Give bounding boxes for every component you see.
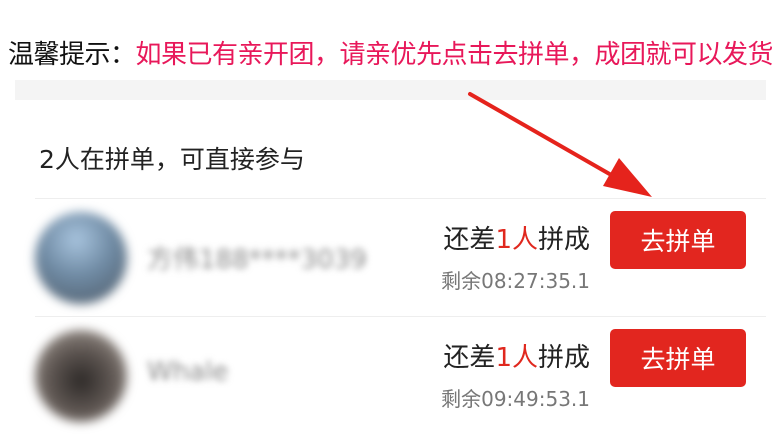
status-suffix: 拼成 (537, 343, 590, 373)
group-row: 方伟188****3039 还差1人拼成 剩余08:27:35.1 去拼单 (35, 198, 766, 317)
status-suffix: 拼成 (537, 225, 590, 255)
tip-banner: 温馨提示： 如果已有亲开团，请亲优先点击去拼单，成团就可以发货 (8, 30, 774, 74)
group-status: 还差1人拼成 (443, 219, 590, 256)
member-name: Whale (147, 357, 229, 387)
missing-count: 1人 (495, 343, 538, 373)
group-buy-title: 2人在拼单，可直接参与 (39, 145, 305, 174)
group-row: Whale 还差1人拼成 剩余09:49:53.1 去拼单 (35, 316, 766, 435)
member-name: 方伟188****3039 (147, 245, 367, 275)
missing-count: 1人 (495, 225, 538, 255)
tip-prefix: 温馨提示： (8, 39, 136, 70)
avatar (35, 330, 127, 422)
status-prefix: 还差 (443, 343, 496, 373)
group-buy-panel: 2人在拼单，可直接参与 方伟188****3039 还差1人拼成 剩余08:27… (15, 80, 766, 422)
countdown-timer: 剩余08:27:35.1 (441, 269, 590, 293)
avatar (35, 212, 127, 304)
join-group-button[interactable]: 去拼单 (610, 329, 746, 387)
status-prefix: 还差 (443, 225, 496, 255)
group-status: 还差1人拼成 (443, 337, 590, 374)
tip-text: 如果已有亲开团，请亲优先点击去拼单，成团就可以发货 (135, 39, 774, 70)
join-group-button[interactable]: 去拼单 (610, 211, 746, 269)
countdown-timer: 剩余09:49:53.1 (441, 387, 590, 411)
group-buy-card: 2人在拼单，可直接参与 方伟188****3039 还差1人拼成 剩余08:27… (15, 100, 766, 422)
